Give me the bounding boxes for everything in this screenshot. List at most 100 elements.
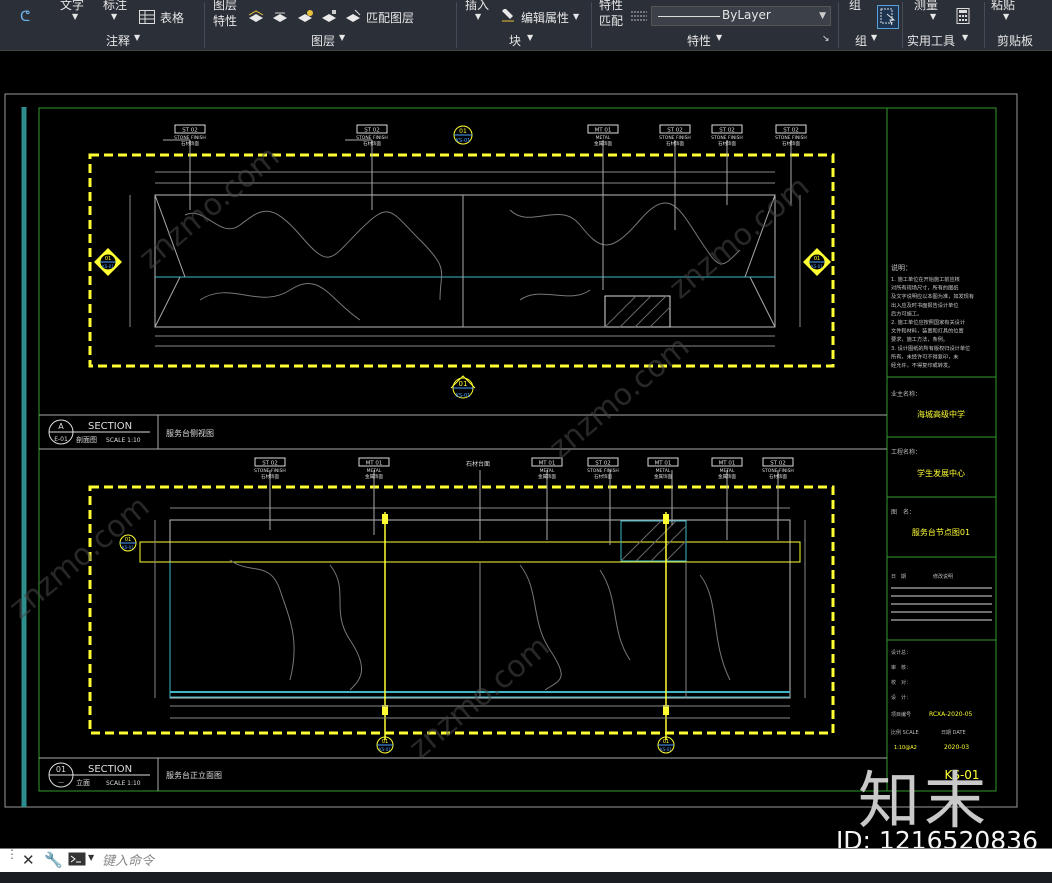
svg-text:图 名：: 图 名： [891, 508, 915, 516]
layers-panel-title[interactable]: 图层 [311, 32, 335, 49]
dimension-dropdown-icon[interactable]: ▼ [111, 12, 117, 21]
staff-label: 校 对： [891, 679, 911, 686]
linetype-select[interactable]: ByLayer ▼ [651, 6, 831, 26]
staff-label: 设 计： [891, 694, 911, 701]
material-tag: ST 02STONE FINISH石材饰面 [711, 124, 743, 147]
layer-freeze-icon[interactable] [272, 8, 288, 22]
properties-launcher-icon[interactable]: ↘ [822, 34, 830, 44]
tag-code: ST 02 [182, 128, 198, 134]
svg-text:01: 01 [814, 256, 820, 262]
edit-attribute-button[interactable]: 编辑属性 [521, 9, 569, 26]
tag-cn: 石材饰面 [666, 140, 684, 147]
svg-text:KS-01: KS-01 [102, 264, 114, 269]
svg-text:SECTION: SECTION [88, 421, 132, 432]
tag-code: ST 02 [667, 128, 683, 134]
group-button[interactable]: 组 [849, 0, 861, 13]
tag-code: MT 01 [366, 461, 383, 467]
tag-cn: 金属饰面 [538, 473, 556, 480]
title-block: 说明： 1. 施工单位在开始施工前应核对所有现场尺寸，所有的图纸及文字说明应以本… [887, 263, 996, 782]
section-marker-01: 01 KS-01 [450, 375, 476, 399]
tag-cn: 石材饰面 [594, 473, 612, 480]
svg-text:—: — [58, 779, 64, 786]
svg-text:日 期: 日 期 [891, 574, 906, 580]
annotation-panel-title[interactable]: 注释 [106, 32, 130, 49]
clipboard-panel-title[interactable]: 剪贴板 [997, 32, 1033, 49]
tag-cn: 石材饰面 [363, 140, 381, 147]
note-line: 1. 施工单位在开始施工前应核 [891, 275, 960, 283]
svg-text:A: A [58, 422, 64, 431]
edit-attr-dropdown-icon[interactable]: ▼ [573, 12, 579, 21]
annotation-expand-icon[interactable]: ▼ [134, 33, 140, 42]
command-input[interactable] [100, 851, 704, 871]
group-select-icon[interactable] [877, 5, 899, 29]
properties-panel-title[interactable]: 特性 [687, 32, 711, 49]
svg-text:SCALE 1:10: SCALE 1:10 [106, 437, 141, 444]
material-tag: MT 01METAL金属饰面 [358, 457, 390, 480]
match-layer-icon[interactable] [345, 8, 361, 22]
insert-dropdown-icon[interactable]: ▼ [475, 12, 481, 21]
tag-cn: 金属饰面 [654, 473, 672, 480]
drawing-canvas[interactable]: 01 KS-01 01 KS-01 01 KS-01 01 KS-01 ST 0… [0, 51, 1052, 848]
svg-text:立面: 立面 [76, 778, 90, 787]
group-expand-icon[interactable]: ▼ [871, 33, 877, 42]
material-tag: ST 02STONE FINISH石材饰面 [762, 457, 794, 480]
tag-caption: METAL [720, 468, 735, 474]
close-icon[interactable]: ✕ [22, 851, 35, 869]
watermark-layer: znzmo.com znzmo.com znzmo.com znzmo.com … [3, 139, 817, 766]
material-tag: MT 01METAL金属饰面 [647, 457, 679, 480]
general-notes: 1. 施工单位在开始施工前应核对所有现场尺寸，所有的图纸及文字说明应以本图为准，… [891, 275, 974, 369]
tag-cn: 金属饰面 [365, 473, 383, 480]
edit-attribute-icon[interactable] [500, 8, 516, 22]
material-tag: MT 01METAL金属饰面 [711, 457, 743, 480]
svg-text:znzmo.com: znzmo.com [663, 169, 817, 306]
hatch [620, 520, 687, 562]
layer-isolate-icon[interactable] [297, 8, 313, 22]
collapse-ribbon-icon[interactable]: ᕦ [20, 9, 30, 25]
properties-expand-icon[interactable]: ▼ [716, 33, 722, 42]
chevron-down-icon[interactable]: ▼ [819, 11, 826, 21]
tag-cn: 石材饰面 [769, 473, 787, 480]
layer-on-icon[interactable] [248, 8, 264, 22]
svg-text:SECTION: SECTION [88, 764, 132, 775]
divider [838, 2, 839, 48]
command-prompt-icon[interactable] [68, 852, 86, 870]
match-layer-button[interactable]: 匹配图层 [366, 9, 414, 26]
paste-dropdown-icon[interactable]: ▼ [1003, 12, 1009, 21]
metal-panel [604, 295, 671, 328]
tag-code: ST 02 [595, 461, 611, 467]
group-panel-title[interactable]: 组 [855, 32, 867, 49]
layers-expand-icon[interactable]: ▼ [339, 33, 345, 42]
top-elevation-outline [154, 194, 776, 328]
stone-vein [184, 210, 443, 301]
grip-icon[interactable]: ⋮ [6, 847, 18, 861]
utilities-expand-icon[interactable]: ▼ [962, 33, 968, 42]
material-tag: ST 02STONE FINISH石材饰面 [775, 124, 807, 147]
top-material-tags: ST 02STONE FINISH石材饰面ST 02STONE FINISH石材… [174, 124, 807, 147]
axis-marker-a: 01 KS-01 [376, 736, 394, 754]
match-properties-label: 匹配 [599, 14, 624, 28]
stone-vein [199, 283, 361, 321]
tag-caption: STONE FINISH [775, 135, 807, 141]
divider [591, 2, 592, 48]
text-dropdown-icon[interactable]: ▼ [72, 12, 78, 21]
stone-vein [699, 574, 731, 681]
metal-panel [620, 520, 687, 562]
block-expand-icon[interactable]: ▼ [527, 33, 533, 42]
table-button[interactable]: 表格 [160, 9, 184, 26]
svg-text:01: 01 [56, 765, 66, 774]
edge-line [749, 276, 776, 328]
calculator-icon[interactable] [955, 8, 971, 24]
svg-text:E-01: E-01 [54, 436, 68, 443]
svg-text:剖面图: 剖面图 [76, 435, 97, 444]
tag-caption: STONE FINISH [659, 135, 691, 141]
tag-cn: 石材饰面 [782, 140, 800, 147]
block-panel-title[interactable]: 块 [509, 32, 521, 49]
customize-icon[interactable]: 🔧 [44, 851, 63, 869]
utilities-panel-title[interactable]: 实用工具 [907, 32, 955, 49]
edge-line [154, 276, 181, 328]
recent-commands-icon[interactable]: ▼ [88, 853, 94, 862]
tag-caption: METAL [540, 468, 555, 474]
layer-lock-icon[interactable] [321, 8, 337, 22]
measure-dropdown-icon[interactable]: ▼ [930, 12, 936, 21]
hatch [604, 295, 671, 328]
